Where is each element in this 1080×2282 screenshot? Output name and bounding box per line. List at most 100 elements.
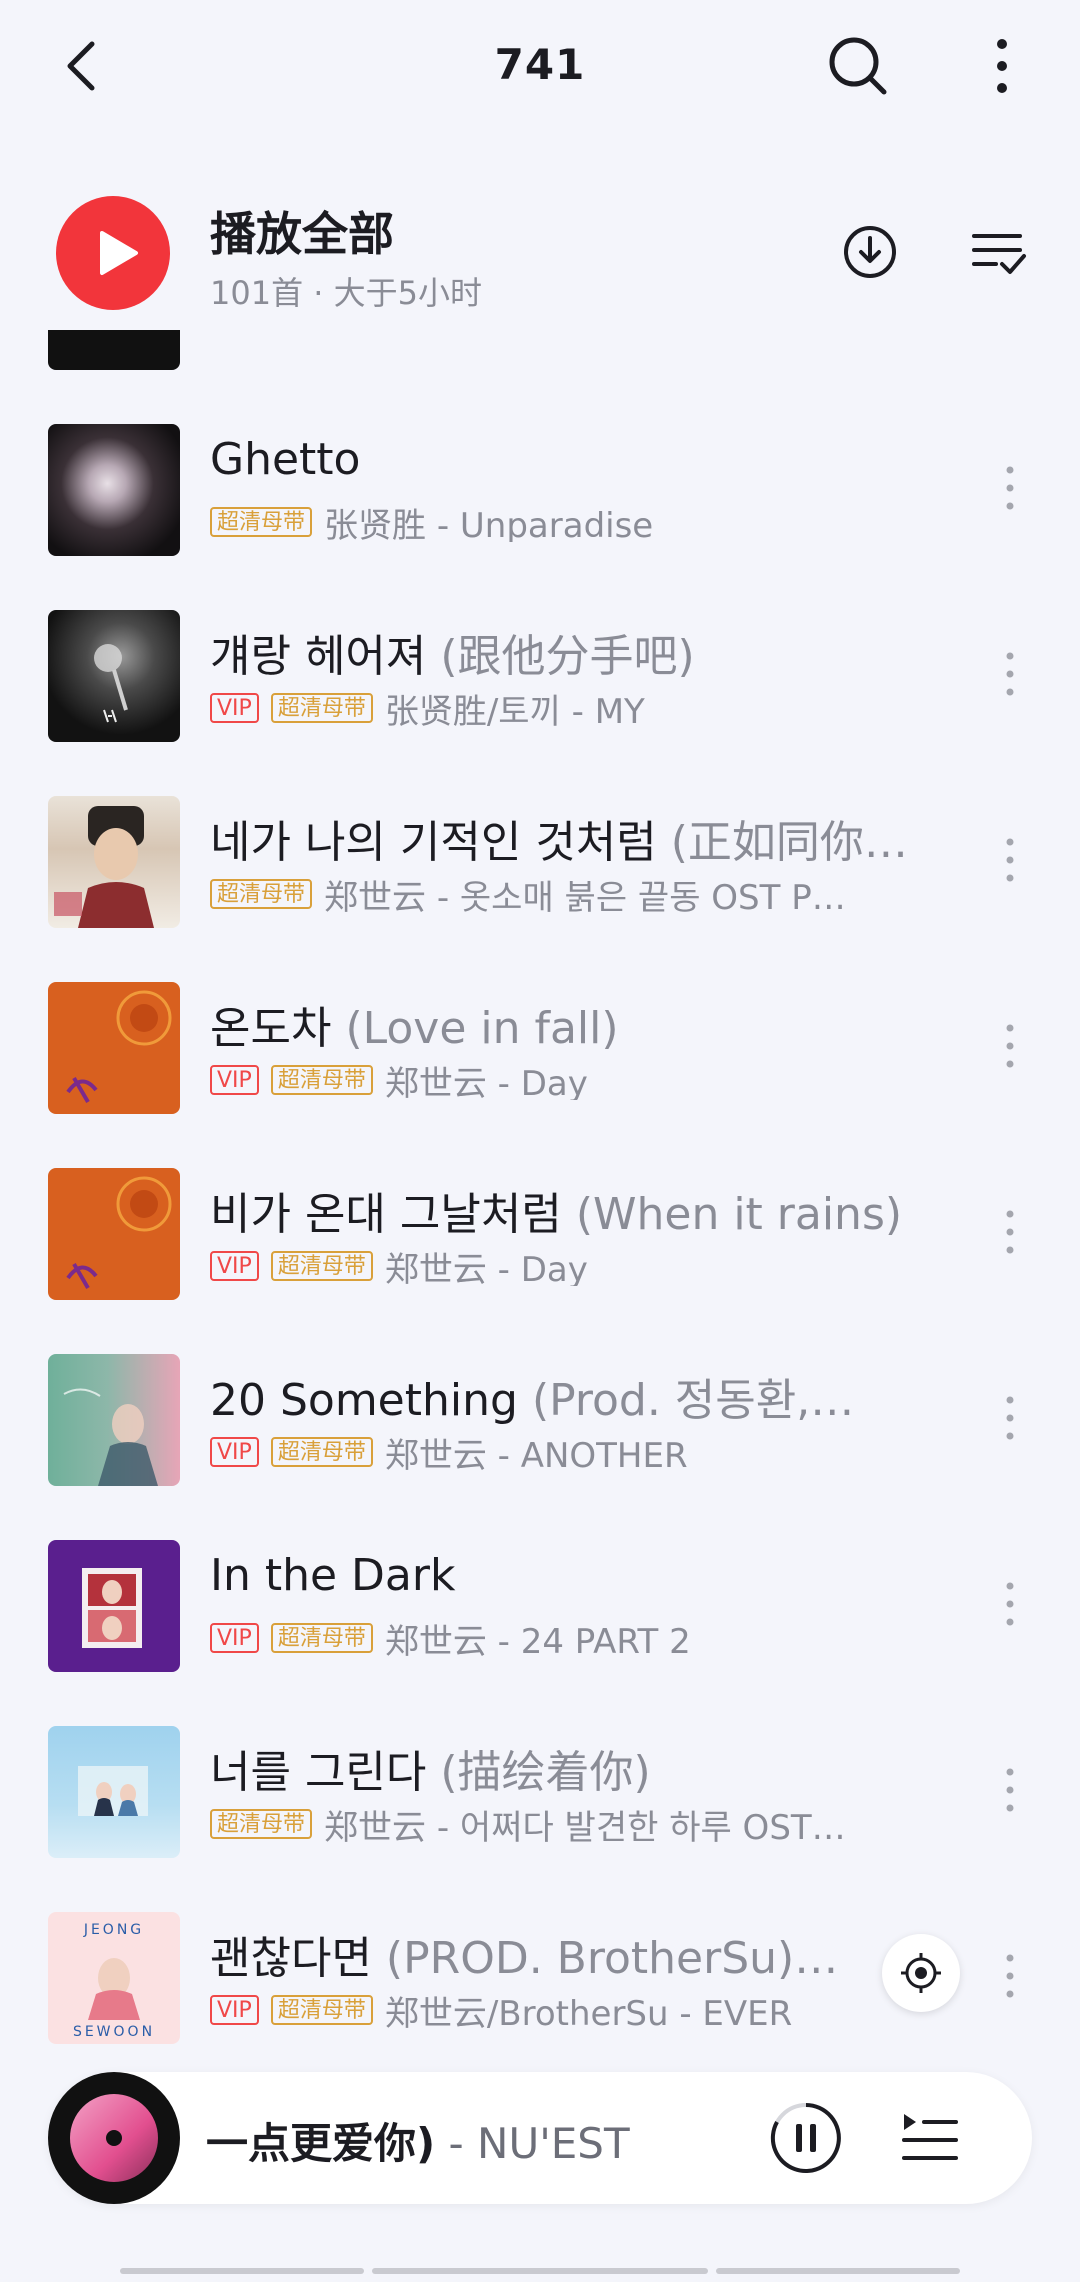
search-icon[interactable] xyxy=(822,30,894,102)
song-row[interactable]: 네가 나의 기적인 것처럼 (正如同你… 超清母带 郑世云 - 옷소매 붉은 끝… xyxy=(0,762,1080,948)
song-meta: VIP 超清母带 郑世云/BrotherSu - EVER xyxy=(210,1990,890,2030)
artist-album: 郑世云 - 옷소매 붉은 끝동 OST P… xyxy=(324,877,846,915)
vip-badge: VIP xyxy=(210,1251,259,1281)
artist-album: 郑世云 - 24 PART 2 xyxy=(384,1621,691,1659)
cover-sunflower-art xyxy=(66,990,172,1104)
song-meta: VIP 超清母带 郑世云 - Day xyxy=(210,1246,890,1286)
artist-album: 郑世云 - Day xyxy=(384,1063,588,1101)
album-cover xyxy=(48,1726,180,1858)
song-row[interactable]: 20 Something (Prod. 정동환,… VIP 超清母带 郑世云 -… xyxy=(0,1320,1080,1506)
song-title: 20 Something (Prod. 정동환,… xyxy=(210,1375,855,1426)
row-more-icon[interactable] xyxy=(990,1574,1030,1634)
more-options-icon[interactable] xyxy=(972,30,1032,102)
cover-text-art: JEONG SEWOON xyxy=(73,1922,155,2040)
album-cover xyxy=(48,610,180,742)
now-playing-title: 一点更爱你) xyxy=(206,2119,436,2168)
row-more-icon[interactable] xyxy=(990,1760,1030,1820)
now-playing-text: 一点更爱你) - NU'EST xyxy=(206,2110,630,2171)
vip-badge: VIP xyxy=(210,1995,259,2025)
artist-album: 张贤胜/토끼 - MY xyxy=(384,691,645,729)
song-title: 온도차 (Love in fall) xyxy=(210,1003,619,1054)
cover-figure-art xyxy=(63,1388,158,1486)
song-title: 괜찮다면 (PROD. BrotherSu)… xyxy=(210,1933,839,1984)
artist-album: 郑世云 - Day xyxy=(384,1249,588,1287)
song-title: In the Dark xyxy=(210,1550,456,1601)
cover-mic-art xyxy=(94,644,128,723)
song-row[interactable]: 걔랑 헤어져 (跟他分手吧) VIP 超清母带 张贤胜/토끼 - MY xyxy=(0,576,1080,762)
song-title: 비가 온대 그날처럼 (When it rains) xyxy=(210,1189,903,1240)
song-count-info: 101首 · 大于5小时 xyxy=(210,274,482,312)
song-row[interactable]: 온도차 (Love in fall) VIP 超清母带 郑世云 - Day xyxy=(0,948,1080,1134)
row-more-icon[interactable] xyxy=(990,1016,1030,1076)
now-playing-disc[interactable] xyxy=(48,2072,180,2204)
master-quality-badge: 超清母带 xyxy=(210,1809,313,1839)
cover-text-sewoon: SEWOON xyxy=(73,2024,155,2040)
nav-indicator-segment xyxy=(716,2268,960,2274)
master-quality-badge: 超清母带 xyxy=(270,693,373,723)
play-all-label[interactable]: 播放全部 xyxy=(210,198,394,264)
song-title: 걔랑 헤어져 (跟他分手吧) xyxy=(210,631,695,682)
cover-photo-art xyxy=(82,1568,142,1648)
album-cover xyxy=(48,1168,180,1300)
vip-badge: VIP xyxy=(210,1065,259,1095)
song-row[interactable]: Ghetto 超清母带 张贤胜 - Unparadise xyxy=(0,390,1080,576)
row-more-icon[interactable] xyxy=(990,1946,1030,2006)
album-cover: JEONG SEWOON xyxy=(48,1912,180,2044)
song-title: 너를 그린다 (描绘着你) xyxy=(210,1747,651,1798)
vip-badge: VIP xyxy=(210,693,259,723)
song-meta: 超清母带 张贤胜 - Unparadise xyxy=(210,502,890,542)
master-quality-badge: 超清母带 xyxy=(270,1251,373,1281)
now-playing-artist: - NU'EST xyxy=(435,2119,630,2168)
artist-album: 郑世云/BrotherSu - EVER xyxy=(384,1993,793,2031)
master-quality-badge: 超清母带 xyxy=(270,1995,373,2025)
song-meta: 超清母带 郑世云 - 옷소매 붉은 끝동 OST P… xyxy=(210,874,890,914)
master-quality-badge: 超清母带 xyxy=(210,507,313,537)
song-meta: 超清母带 郑世云 - 어쩌다 발견한 하루 OST… xyxy=(210,1804,890,1844)
playlist-queue-icon[interactable] xyxy=(898,2106,962,2170)
row-more-icon[interactable] xyxy=(990,830,1030,890)
pause-icon[interactable] xyxy=(768,2100,844,2176)
row-more-icon[interactable] xyxy=(990,1388,1030,1448)
album-cover xyxy=(48,1354,180,1486)
album-cover xyxy=(48,796,180,928)
artist-album: 张贤胜 - Unparadise xyxy=(324,505,654,543)
cover-scene-art xyxy=(78,1766,148,1816)
download-icon[interactable] xyxy=(838,220,902,284)
song-meta: VIP 超清母带 张贤胜/토끼 - MY xyxy=(210,688,890,728)
play-all-bar: 播放全部 101首 · 大于5小时 xyxy=(0,180,1080,330)
nav-indicator-segment xyxy=(120,2268,364,2274)
vip-badge: VIP xyxy=(210,1437,259,1467)
row-more-icon[interactable] xyxy=(990,458,1030,518)
song-row[interactable]: 비가 온대 그날처럼 (When it rains) VIP 超清母带 郑世云 … xyxy=(0,1134,1080,1320)
vip-badge: VIP xyxy=(210,1623,259,1653)
master-quality-badge: 超清母带 xyxy=(270,1065,373,1095)
song-title: 네가 나의 기적인 것처럼 (正如同你… xyxy=(210,817,908,868)
mini-player[interactable]: 一点更爱你) - NU'EST xyxy=(48,2072,1032,2204)
song-title: Ghetto xyxy=(210,434,361,485)
multi-select-icon[interactable] xyxy=(966,220,1030,284)
top-bar: 741 xyxy=(0,0,1080,140)
artist-album: 郑世云 - ANOTHER xyxy=(384,1435,688,1473)
master-quality-badge: 超清母带 xyxy=(270,1437,373,1467)
play-all-button[interactable] xyxy=(56,196,170,310)
nav-indicator-segment xyxy=(372,2268,708,2274)
master-quality-badge: 超清母带 xyxy=(270,1623,373,1653)
song-row[interactable]: 너를 그린다 (描绘着你) 超清母带 郑世云 - 어쩌다 발견한 하루 OST… xyxy=(0,1692,1080,1878)
play-icon xyxy=(100,231,138,275)
album-cover xyxy=(48,1540,180,1672)
song-list: Ghetto 超清母带 张贤胜 - Unparadise 걔랑 헤어져 (跟他分… xyxy=(0,330,1080,2045)
song-row[interactable]: In the Dark VIP 超清母带 郑世云 - 24 PART 2 xyxy=(0,1506,1080,1692)
song-meta: VIP 超清母带 郑世云 - Day xyxy=(210,1060,890,1100)
artist-album: 郑世云 - 어쩌다 발견한 하루 OST… xyxy=(324,1807,846,1845)
cover-portrait-art xyxy=(54,806,154,928)
master-quality-badge: 超清母带 xyxy=(210,879,313,909)
locate-target-icon xyxy=(901,1953,941,1993)
cover-sunflower-art xyxy=(66,1176,172,1290)
locate-current-song-button[interactable] xyxy=(882,1934,960,2012)
page-title: 741 xyxy=(494,40,586,89)
song-meta: VIP 超清母带 郑世云 - ANOTHER xyxy=(210,1432,890,1472)
row-more-icon[interactable] xyxy=(990,1202,1030,1262)
album-cover xyxy=(48,424,180,556)
row-more-icon[interactable] xyxy=(990,644,1030,704)
song-meta: VIP 超清母带 郑世云 - 24 PART 2 xyxy=(210,1618,890,1658)
